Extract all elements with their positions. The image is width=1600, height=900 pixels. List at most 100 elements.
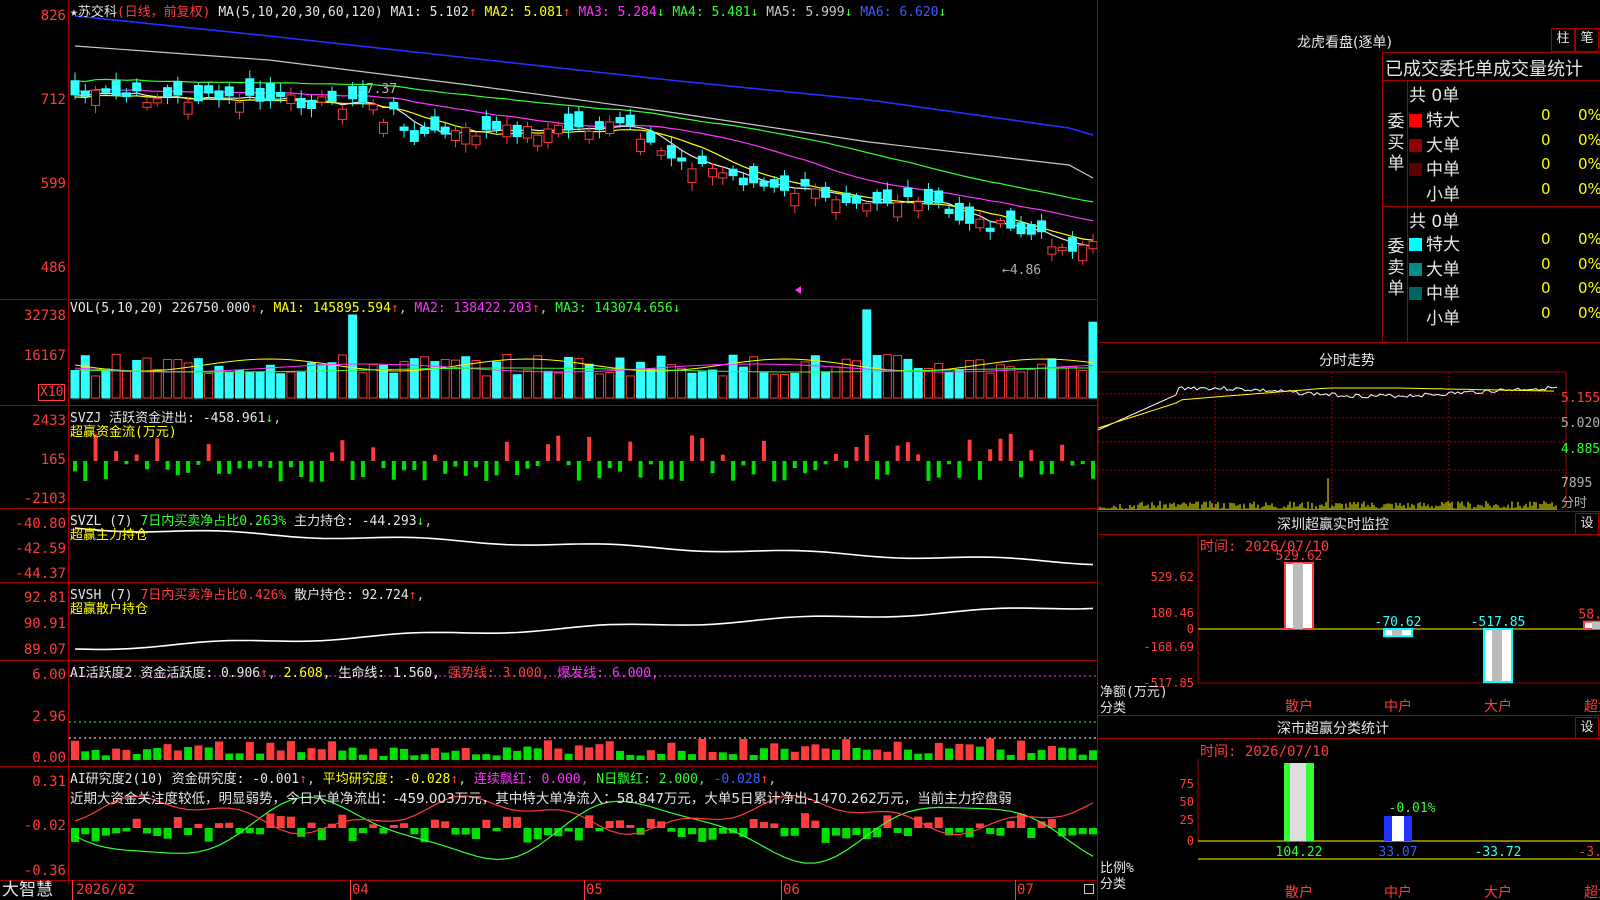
flow-bar (936, 461, 941, 478)
volume-bar (605, 371, 615, 399)
research-bar (482, 819, 491, 828)
kline-chart[interactable] (69, 0, 1097, 880)
svsh-tick: 90.91 (23, 616, 66, 632)
research-bar (523, 828, 532, 843)
flow-bar (772, 461, 777, 482)
activity-bar (225, 753, 234, 760)
sz-settings-button[interactable]: 设 (1575, 513, 1599, 535)
intraday-price-line (1098, 385, 1558, 431)
volume-bar (101, 368, 111, 399)
research-bar (873, 828, 882, 838)
lock-icon[interactable] (1084, 884, 1094, 894)
order-percent: 0% (1578, 179, 1600, 198)
research-bar (1058, 828, 1067, 837)
volume-bar (862, 309, 872, 399)
order-stats-tab[interactable]: 已成交委托单成交量统计 (1385, 55, 1583, 81)
candle (368, 103, 378, 111)
candle (296, 98, 306, 109)
volume-bar (594, 373, 604, 399)
volume-bar (492, 361, 502, 399)
volume-bar (317, 364, 327, 399)
research-bar (698, 828, 707, 842)
flow-bar (227, 461, 232, 474)
research-bar (502, 816, 511, 828)
research-bar (389, 824, 398, 828)
vol-tick: 16167 (23, 348, 66, 364)
intraday-chart[interactable] (1098, 370, 1600, 510)
activity-bar (142, 749, 151, 760)
period-label[interactable]: (日线，前复权) (117, 5, 211, 20)
sz-bar-shade (1592, 621, 1600, 629)
activity-bar (379, 755, 388, 760)
activity-bar (657, 753, 666, 760)
candle (1037, 220, 1047, 233)
activity-bar (667, 742, 676, 760)
flow-bar (741, 461, 746, 466)
volume-bar (163, 358, 173, 399)
candle (605, 121, 615, 135)
activity-bar (687, 754, 696, 760)
research-bar (451, 828, 460, 835)
cls-tick: 50 (1180, 795, 1194, 809)
column-view-button[interactable]: 柱 (1551, 28, 1575, 52)
flow-bar (895, 445, 900, 461)
flow-bar (1008, 433, 1013, 461)
candle (461, 127, 471, 145)
volume-bar (790, 372, 800, 399)
candle (173, 81, 183, 96)
research-bar (256, 828, 265, 835)
candle (934, 190, 944, 204)
activity-bar (1078, 754, 1087, 760)
research-bar (142, 828, 151, 834)
lhb-title: 龙虎看盘(逐单) (1297, 35, 1392, 51)
activity-bar (482, 754, 491, 760)
date-tick (584, 880, 585, 900)
favorite-star-icon[interactable]: ★ (70, 5, 78, 20)
cls-category: 中户 (1384, 884, 1412, 900)
volume-bar (646, 368, 656, 399)
volume-bar (430, 361, 440, 399)
candle (533, 134, 543, 147)
flow-bar (916, 454, 921, 461)
activity-bar (945, 748, 954, 760)
activity-bar (1068, 748, 1077, 760)
research-bar (71, 828, 79, 842)
activity-bar (883, 751, 892, 760)
research-bar (1027, 828, 1036, 839)
candle (656, 150, 666, 156)
sell-order-label: 委卖单 (1387, 237, 1405, 299)
research-bar (708, 828, 717, 840)
flow-bar (689, 435, 694, 461)
volume-bar (193, 358, 203, 399)
candle (594, 121, 604, 131)
flow-bar (967, 439, 972, 461)
activity-bar (153, 747, 162, 760)
flow-bar (854, 446, 859, 461)
tick-view-button[interactable]: 笔 (1575, 28, 1599, 52)
vol-header: VOL(5,10,20) 226750.000↑, MA1: 145895.59… (70, 301, 681, 316)
candle (1078, 244, 1088, 262)
volume-bar (286, 371, 296, 399)
candle (821, 186, 831, 198)
candle (1047, 246, 1057, 255)
volume-bar (810, 355, 820, 399)
class-settings-button[interactable]: 设 (1575, 717, 1599, 739)
research-bar (461, 828, 470, 835)
volume-bar (440, 358, 450, 399)
sz-tick: 529.62 (1151, 570, 1194, 584)
flow-bar (73, 461, 77, 472)
svzl-tick: -40.80 (15, 516, 66, 532)
cls-category: 超大 (1584, 885, 1600, 900)
activity-bar (492, 755, 501, 760)
activity-bar (472, 754, 481, 760)
volume-bar (954, 368, 964, 399)
candle (636, 138, 646, 153)
sz-tick: 180.46 (1151, 606, 1194, 620)
flow-bar (340, 440, 345, 461)
volume-bar (985, 372, 995, 399)
high-annotation: ←7.37 (358, 82, 398, 97)
candle (718, 172, 728, 179)
candle (790, 192, 800, 207)
volume-bar (70, 370, 80, 399)
flow-bar (237, 461, 242, 469)
